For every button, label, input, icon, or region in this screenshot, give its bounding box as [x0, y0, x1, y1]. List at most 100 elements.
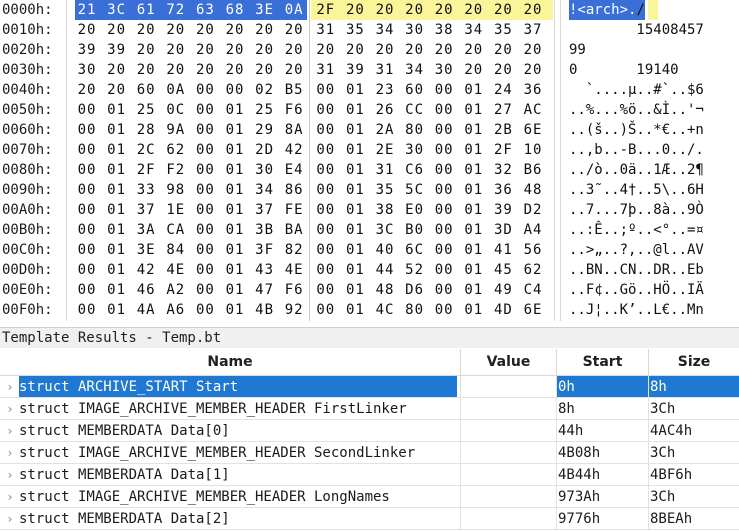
hex-byte[interactable]: 23 — [375, 80, 395, 100]
hex-byte[interactable]: 01 — [107, 120, 127, 140]
hex-byte[interactable]: 30 — [405, 20, 425, 40]
hex-byte[interactable]: 20 — [107, 20, 127, 40]
template-cell-name[interactable]: › struct MEMBERDATA Data[2] — [0, 508, 461, 530]
hex-byte[interactable]: 35 — [375, 180, 395, 200]
hex-byte[interactable]: 32 — [493, 160, 513, 180]
hex-byte[interactable]: 00 — [316, 180, 336, 200]
hex-byte[interactable]: 01 — [345, 80, 365, 100]
hex-byte[interactable]: 01 — [345, 280, 365, 300]
hex-byte[interactable]: F2 — [166, 160, 186, 180]
template-cell-size[interactable]: 3Ch — [649, 398, 739, 420]
hex-byte[interactable]: 98 — [166, 180, 186, 200]
ascii-text[interactable]: ..J¦..K’..L€..Mn — [569, 300, 704, 320]
hex-byte[interactable]: 44 — [375, 260, 395, 280]
hex-byte[interactable]: 37 — [136, 200, 156, 220]
hex-byte[interactable]: 3C — [375, 220, 395, 240]
hex-byte[interactable]: 38 — [434, 20, 454, 40]
hex-byte[interactable]: 00 — [195, 100, 215, 120]
hex-byte[interactable]: 6C — [405, 240, 425, 260]
hex-byte[interactable]: 01 — [107, 100, 127, 120]
column-header-value[interactable]: Value — [461, 349, 557, 376]
hex-byte[interactable]: 56 — [523, 240, 543, 260]
hex-byte[interactable]: 35 — [345, 20, 365, 40]
hex-byte[interactable]: 00 — [77, 140, 97, 160]
template-cell-start[interactable]: 4B08h — [557, 442, 649, 464]
hex-byte[interactable]: 01 — [464, 100, 484, 120]
hex-byte[interactable]: 25 — [255, 100, 275, 120]
hex-byte[interactable]: 01 — [107, 160, 127, 180]
hex-byte[interactable]: 01 — [225, 280, 245, 300]
hex-byte[interactable]: 01 — [107, 180, 127, 200]
hex-byte[interactable]: 01 — [464, 260, 484, 280]
hex-byte[interactable]: 00 — [195, 160, 215, 180]
hex-byte[interactable]: 4E — [166, 260, 186, 280]
hex-byte[interactable]: 72 — [166, 0, 186, 20]
hex-byte[interactable]: 20 — [166, 40, 186, 60]
hex-byte[interactable]: 00 — [434, 120, 454, 140]
hex-byte[interactable]: 10 — [523, 140, 543, 160]
hex-byte[interactable]: 00 — [77, 200, 97, 220]
template-cell-size[interactable]: 4AC4h — [649, 420, 739, 442]
hex-byte[interactable]: 01 — [464, 200, 484, 220]
hex-byte[interactable]: 2C — [136, 140, 156, 160]
hex-byte[interactable]: 01 — [464, 140, 484, 160]
hex-byte[interactable]: 42 — [284, 140, 304, 160]
template-cell-size[interactable]: 8BEAh — [649, 508, 739, 530]
hex-row[interactable]: 0090h: 00 01 33 98 00 01 34 86 00 01 35 5C 00 01 36 48..… — [0, 180, 739, 200]
hex-byte[interactable]: 00 — [195, 120, 215, 140]
template-cell-start[interactable]: 4B44h — [557, 464, 649, 486]
ascii-text[interactable]: !<arch>./ — [569, 0, 645, 20]
hex-byte[interactable]: 01 — [345, 260, 365, 280]
hex-byte[interactable]: 6E — [523, 300, 543, 320]
template-cell-size[interactable]: 3Ch — [649, 442, 739, 464]
hex-byte[interactable]: 01 — [107, 140, 127, 160]
hex-byte[interactable]: 62 — [523, 260, 543, 280]
template-row[interactable]: › struct MEMBERDATA Data[1] 4B44h 4BF6h — [0, 464, 739, 486]
hex-byte[interactable]: 2F — [136, 160, 156, 180]
template-cell-value[interactable] — [461, 508, 557, 530]
hex-byte[interactable]: 8A — [284, 120, 304, 140]
hex-byte[interactable]: FE — [284, 200, 304, 220]
hex-byte[interactable]: E0 — [405, 200, 425, 220]
hex-byte[interactable]: 84 — [166, 240, 186, 260]
expand-chevron-icon[interactable]: › — [1, 398, 19, 419]
hex-byte[interactable]: 00 — [77, 120, 97, 140]
hex-byte[interactable]: 00 — [434, 260, 454, 280]
hex-byte[interactable]: 00 — [77, 280, 97, 300]
hex-byte[interactable]: 48 — [375, 280, 395, 300]
expand-chevron-icon[interactable]: › — [1, 376, 19, 397]
hex-byte[interactable]: 00 — [434, 220, 454, 240]
hex-byte[interactable]: 00 — [434, 160, 454, 180]
hex-byte[interactable]: 00 — [434, 280, 454, 300]
hex-byte[interactable]: 00 — [316, 280, 336, 300]
hex-byte[interactable]: 20 — [136, 60, 156, 80]
hex-byte[interactable]: 36 — [493, 180, 513, 200]
hex-byte[interactable]: 20 — [107, 80, 127, 100]
hex-byte[interactable]: 00 — [195, 200, 215, 220]
template-row[interactable]: › struct IMAGE_ARCHIVE_MEMBER_HEADER Firs… — [0, 398, 739, 420]
hex-byte[interactable]: 60 — [405, 80, 425, 100]
hex-byte[interactable]: 00 — [195, 220, 215, 240]
hex-byte[interactable]: 01 — [225, 180, 245, 200]
template-cell-name[interactable]: › struct IMAGE_ARCHIVE_MEMBER_HEADER Long… — [0, 486, 461, 508]
hex-byte[interactable]: 00 — [434, 200, 454, 220]
hex-byte[interactable]: 2F — [493, 140, 513, 160]
column-header-size[interactable]: Size — [649, 349, 739, 376]
hex-byte[interactable]: 00 — [434, 80, 454, 100]
expand-chevron-icon[interactable]: › — [1, 508, 19, 529]
hex-byte[interactable]: 01 — [225, 100, 245, 120]
template-cell-start[interactable]: 9776h — [557, 508, 649, 530]
template-cell-name[interactable]: › struct IMAGE_ARCHIVE_MEMBER_HEADER Seco… — [0, 442, 461, 464]
hex-byte[interactable]: 01 — [345, 220, 365, 240]
hex-byte[interactable]: 31 — [316, 20, 336, 40]
hex-byte[interactable]: 3B — [255, 220, 275, 240]
hex-byte[interactable]: 20 — [523, 0, 543, 20]
hex-byte[interactable]: 01 — [107, 300, 127, 320]
hex-byte[interactable]: 01 — [464, 160, 484, 180]
hex-byte[interactable]: 36 — [523, 80, 543, 100]
hex-byte[interactable]: 61 — [136, 0, 156, 20]
hex-byte[interactable]: 20 — [493, 0, 513, 20]
template-cell-name[interactable]: › struct MEMBERDATA Data[1] — [0, 464, 461, 486]
hex-row[interactable]: 0030h: 30 20 20 20 20 20 20 20 31 39 31 34 30 20 20 20 0 … — [0, 60, 739, 80]
hex-byte[interactable]: 01 — [107, 220, 127, 240]
